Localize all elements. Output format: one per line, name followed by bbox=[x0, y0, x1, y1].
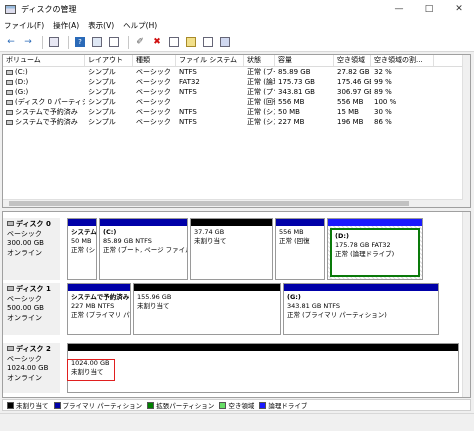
maximize-icon[interactable]: □ bbox=[414, 0, 444, 18]
disk-icon bbox=[7, 346, 14, 351]
console-tree-icon[interactable] bbox=[47, 35, 61, 49]
delete-icon[interactable]: ✖ bbox=[150, 35, 164, 49]
column-volume[interactable]: ボリューム bbox=[3, 55, 85, 66]
toolbar: ← → ? ✐ ✖ bbox=[0, 33, 474, 52]
disk-2-row: ディスク 2 ベーシック 1024.00 GB オンライン 1024.00 GB… bbox=[3, 343, 463, 393]
window-title: ディスクの管理 bbox=[21, 4, 77, 14]
volume-list-horizontal-scrollbar[interactable] bbox=[3, 199, 463, 207]
partition-unallocated-disk2[interactable]: 1024.00 GB 未割り当て bbox=[67, 343, 459, 393]
minimize-icon[interactable]: — bbox=[384, 0, 414, 18]
selected-partition-outline: (D:) 175.78 GB FAT32 正常 (論理ドライブ) bbox=[330, 228, 420, 277]
legend-logical: 論理ドライブ bbox=[259, 400, 307, 410]
volume-icon bbox=[6, 89, 13, 95]
column-free-space[interactable]: 空き領域 bbox=[334, 55, 371, 66]
partition-g-drive[interactable]: (G:) 343.81 GB NTFS 正常 (プライマリ パーティション) bbox=[283, 283, 439, 335]
scrollbar-thumb[interactable] bbox=[9, 201, 409, 206]
close-icon[interactable]: ✕ bbox=[444, 0, 474, 18]
find-icon[interactable] bbox=[201, 35, 215, 49]
status-bar bbox=[0, 413, 474, 431]
column-status[interactable]: 状態 bbox=[244, 55, 275, 66]
column-type[interactable]: 種類 bbox=[133, 55, 176, 66]
table-row[interactable]: システムで予約済み シンプル ベーシック NTFS 正常 (シス... 227 … bbox=[3, 117, 470, 127]
swatch-free-space bbox=[219, 401, 227, 409]
menu-help[interactable]: ヘルプ(H) bbox=[123, 20, 157, 31]
forward-icon[interactable]: → bbox=[21, 35, 35, 49]
volume-icon bbox=[6, 69, 13, 75]
properties-icon[interactable] bbox=[90, 35, 104, 49]
disk-management-icon bbox=[5, 4, 16, 14]
partition-c-drive[interactable]: (C:) 85.89 GB NTFS 正常 (ブート, ページ ファイル, bbox=[99, 218, 188, 280]
column-filesystem[interactable]: ファイル システム bbox=[176, 55, 244, 66]
disk-view-vertical-scrollbar[interactable] bbox=[462, 212, 470, 397]
list-view-icon[interactable] bbox=[107, 35, 121, 49]
volume-icon bbox=[6, 109, 13, 115]
partition-unallocated-disk0[interactable]: 37.74 GB 未割り当て bbox=[190, 218, 273, 280]
swatch-unallocated bbox=[7, 401, 14, 409]
toolbar-separator bbox=[68, 35, 69, 49]
table-row[interactable]: (ディスク 0 パーティショ... シンプル ベーシック 正常 (回復... 5… bbox=[3, 97, 470, 107]
partition-system-reserved-disk1[interactable]: システムで予約済み 227 MB NTFS 正常 (プライマリ パ bbox=[67, 283, 131, 335]
toolbar-separator bbox=[42, 35, 43, 49]
table-row[interactable]: (C:) シンプル ベーシック NTFS 正常 (ブート... 85.89 GB… bbox=[3, 67, 470, 77]
partition-system-reserved[interactable]: システム 50 MB 正常 (シ bbox=[67, 218, 97, 280]
menu-action[interactable]: 操作(A) bbox=[53, 20, 79, 31]
partition-unallocated-disk1[interactable]: 155.96 GB 未割り当て bbox=[133, 283, 281, 335]
menu-file[interactable]: ファイル(F) bbox=[4, 20, 44, 31]
open-icon[interactable] bbox=[184, 35, 198, 49]
legend: 未割り当て プライマリ パーティション 拡張パーティション 空き領域 論理ドライ… bbox=[2, 399, 471, 411]
swatch-primary bbox=[53, 401, 61, 409]
legend-extended: 拡張パーティション bbox=[147, 400, 214, 410]
help-icon[interactable]: ? bbox=[73, 35, 87, 49]
column-capacity[interactable]: 容量 bbox=[275, 55, 334, 66]
menu-bar: ファイル(F) 操作(A) 表示(V) ヘルプ(H) bbox=[0, 18, 474, 33]
disk-0-row: ディスク 0 ベーシック 300.00 GB オンライン システム 50 MB … bbox=[3, 218, 463, 280]
table-row[interactable]: (D:) シンプル ベーシック FAT32 正常 (論理... 175.73 G… bbox=[3, 77, 470, 87]
legend-unallocated: 未割り当て bbox=[7, 400, 49, 410]
disk-icon bbox=[7, 286, 14, 291]
rescan-icon[interactable] bbox=[218, 35, 232, 49]
table-row[interactable]: システムで予約済み シンプル ベーシック NTFS 正常 (シス... 50 M… bbox=[3, 107, 470, 117]
legend-free-space: 空き領域 bbox=[219, 400, 254, 410]
legend-primary: プライマリ パーティション bbox=[53, 400, 142, 410]
volume-list: ボリューム レイアウト 種類 ファイル システム 状態 容量 空き領域 空き領域… bbox=[2, 54, 471, 208]
column-layout[interactable]: レイアウト bbox=[85, 55, 133, 66]
disk-0-label[interactable]: ディスク 0 ベーシック 300.00 GB オンライン bbox=[3, 218, 60, 280]
connect-icon[interactable]: ✐ bbox=[133, 35, 147, 49]
disk-1-label[interactable]: ディスク 1 ベーシック 500.00 GB オンライン bbox=[3, 283, 60, 335]
highlight-annotation-box bbox=[67, 359, 115, 381]
volume-icon bbox=[6, 119, 13, 125]
toolbar-separator bbox=[128, 35, 129, 49]
volume-list-vertical-scrollbar[interactable] bbox=[462, 55, 470, 207]
title-bar: ディスクの管理 — □ ✕ bbox=[0, 0, 474, 18]
swatch-extended bbox=[147, 401, 155, 409]
disk-graphical-view: ディスク 0 ベーシック 300.00 GB オンライン システム 50 MB … bbox=[2, 211, 471, 398]
partition-d-drive[interactable]: (D:) 175.78 GB FAT32 正常 (論理ドライブ) bbox=[327, 218, 423, 280]
menu-view[interactable]: 表示(V) bbox=[88, 20, 114, 31]
swatch-logical bbox=[259, 401, 267, 409]
disk-icon bbox=[7, 221, 14, 226]
back-icon[interactable]: ← bbox=[4, 35, 18, 49]
volume-icon bbox=[6, 79, 13, 85]
table-row[interactable]: (G:) シンプル ベーシック NTFS 正常 (プライ... 343.81 G… bbox=[3, 87, 470, 97]
check-icon[interactable] bbox=[167, 35, 181, 49]
disk-2-label[interactable]: ディスク 2 ベーシック 1024.00 GB オンライン bbox=[3, 343, 60, 393]
volume-icon bbox=[6, 99, 13, 105]
disk-1-row: ディスク 1 ベーシック 500.00 GB オンライン システムで予約済み 2… bbox=[3, 283, 463, 335]
volume-list-header: ボリューム レイアウト 種類 ファイル システム 状態 容量 空き領域 空き領域… bbox=[3, 55, 470, 67]
partition-recovery[interactable]: 556 MB 正常 (回復 bbox=[275, 218, 325, 280]
column-free-percent[interactable]: 空き領域の割... bbox=[371, 55, 434, 66]
